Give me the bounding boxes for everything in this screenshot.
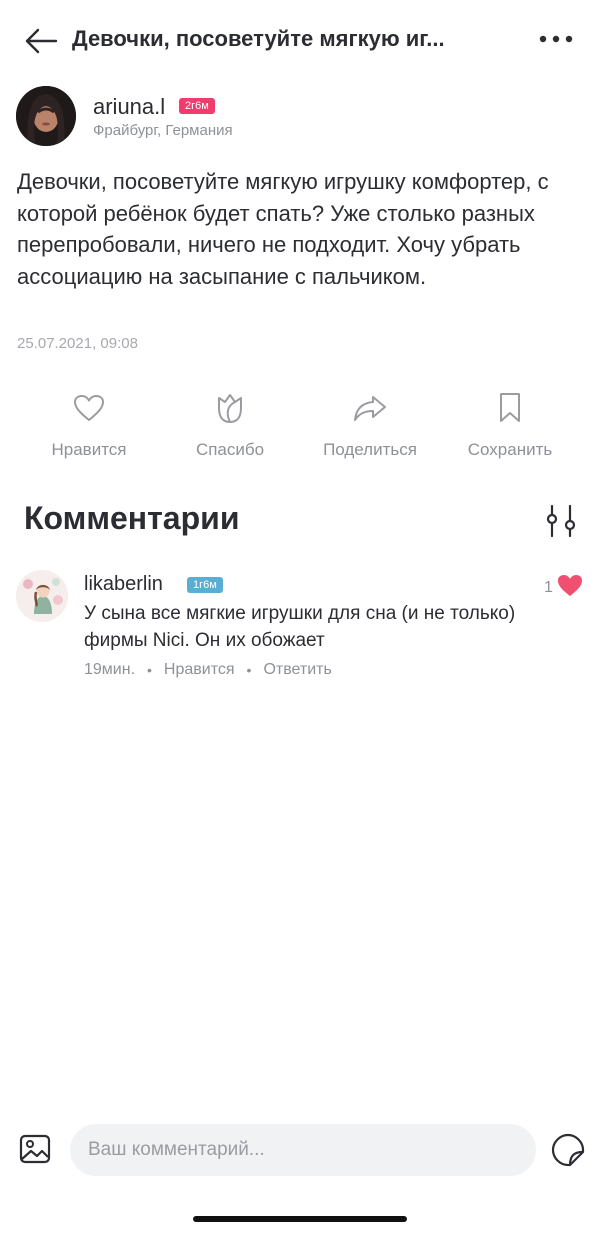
share-label: Поделиться [323,440,417,459]
comment-likes-count: 1 [544,579,553,596]
author-avatar[interactable] [16,86,76,146]
separator-dot: • [246,662,252,678]
child-age-badge: 2г6м [179,98,215,114]
comment-composer [0,1120,600,1180]
author-location: Фрайбург, Германия [93,122,233,139]
save-button[interactable]: Сохранить [440,386,580,466]
comment-item: likaberlin 1г6м 1 У сына все мягкие игру… [16,568,586,688]
thanks-label: Спасибо [195,440,265,459]
comment-text: У сына все мягкие игрушки для сна (и не … [84,603,516,651]
heart-filled-icon [557,574,583,602]
top-bar: Девочки, посоветуйте мягкую иг... [0,0,600,80]
comment-reply-link[interactable]: Ответить [263,661,331,679]
like-label: Нравится [51,440,127,459]
share-button[interactable]: Поделиться [300,386,440,466]
post-text: Девочки, посоветуйте мягкую игрушку комф… [17,169,549,289]
commenter-avatar[interactable] [16,570,68,622]
home-indicator[interactable] [193,1216,407,1222]
sticker-icon[interactable] [548,1130,588,1170]
comment-like-counter[interactable]: 1 [544,574,583,602]
commenter-username[interactable]: likaberlin [84,573,163,596]
heart-outline-icon [71,390,107,426]
comments-heading: Комментарии [24,500,240,536]
more-options-icon[interactable] [536,24,576,54]
page-title: Девочки, посоветуйте мягкую иг... [72,26,445,51]
comment-meta: 19мин. • Нравится • Ответить [84,661,332,679]
bookmark-icon [492,390,528,426]
share-arrow-icon [352,390,388,426]
post-date: 25.07.2021, 09:08 [17,335,138,352]
child-age-badge: 1г6м [187,577,223,593]
comment-input[interactable] [70,1124,536,1176]
post-actions: Нравится Спасибо Поделиться Сохранить [0,386,600,466]
back-arrow-icon[interactable] [22,22,60,60]
comment-like-link[interactable]: Нравится [164,661,235,679]
flower-icon [212,390,248,426]
like-button[interactable]: Нравится [19,386,159,466]
image-icon[interactable] [16,1130,54,1168]
separator-dot: • [147,662,152,678]
thanks-button[interactable]: Спасибо [160,386,300,466]
filter-sliders-icon[interactable] [542,502,580,540]
comment-time: 19мин. [84,661,136,678]
post-author: ariuna.l 2г6м Фрайбург, Германия [16,86,576,148]
save-label: Сохранить [467,440,553,459]
author-username[interactable]: ariuna.l [93,94,165,120]
